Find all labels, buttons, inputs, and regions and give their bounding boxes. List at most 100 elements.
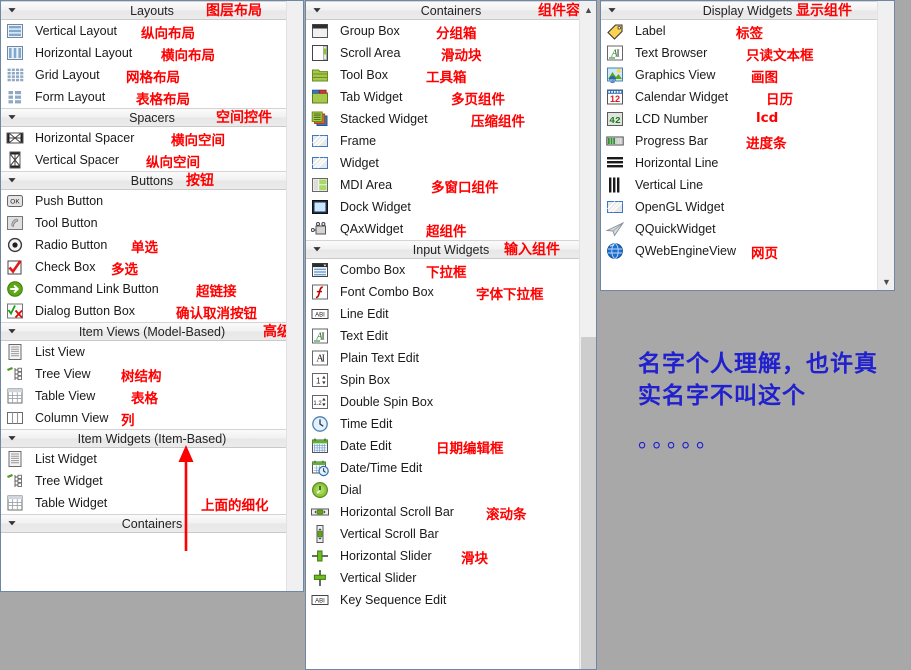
widget-item[interactable]: Dock Widget (306, 196, 596, 218)
widget-item-label: Grid Layout (35, 68, 100, 82)
widget-item[interactable]: Table Widget 上面的细化 (1, 492, 303, 514)
widget-item[interactable]: Vertical Layout 纵向布局 (1, 20, 303, 42)
widget-item[interactable]: Tool Button (1, 212, 303, 234)
progress-bar-icon (606, 132, 628, 150)
middle-panel-scrollbar[interactable]: ▲ (579, 1, 596, 669)
graphics-view-icon: abc (606, 66, 628, 84)
widget-item[interactable]: Vertical Scroll Bar (306, 523, 596, 545)
scroll-down-icon[interactable]: ▼ (878, 273, 894, 290)
widget-item-label: Check Box (35, 260, 96, 274)
right-scrollbar-track[interactable] (878, 18, 894, 273)
widget-item[interactable]: ABI Line Edit (306, 303, 596, 325)
widget-item[interactable]: Vertical Spacer 纵向空间 (1, 149, 303, 171)
widget-item[interactable]: Column View 列 (1, 407, 303, 429)
widget-item[interactable]: Scroll Area 滑动块 (306, 42, 596, 64)
widget-item[interactable]: 1.2 Double Spin Box (306, 391, 596, 413)
category-header-1[interactable]: ▾ Input Widgets 输入组件 (306, 240, 596, 259)
category-header-3[interactable]: ▾Item Views (Model-Based)高级视图 (1, 322, 303, 341)
widget-item[interactable]: Tool Box 工具箱 (306, 64, 596, 86)
widget-item[interactable]: Stacked Widget 压缩组件 (306, 108, 596, 130)
chevron-down-icon[interactable]: ▾ (306, 245, 333, 254)
widget-item[interactable]: 1 Spin Box (306, 369, 596, 391)
frame-icon (311, 132, 333, 150)
chevron-down-icon[interactable]: ▾ (306, 6, 333, 15)
widget-item[interactable]: Tree Widget (1, 470, 303, 492)
desktop-background: ▾ Layouts 图层布局 Vertical Layout 纵向布局 Horizonta… (0, 0, 911, 670)
category-header-0[interactable]: ▾ Display Widgets 显示组件 (601, 1, 894, 20)
category-header-1[interactable]: ▾ Spacers 空间控件 (1, 108, 303, 127)
widget-item[interactable]: Horizontal Spacer 横向空间 (1, 127, 303, 149)
widget-box-panel-middle[interactable]: ▾ Containers 组件容器 Group Box 分组箱 Scroll Area 滑动… (305, 0, 597, 670)
middle-scrollbar-thumb[interactable] (581, 337, 596, 669)
svg-text:1: 1 (316, 376, 321, 385)
widget-item[interactable]: Time Edit (306, 413, 596, 435)
widget-item[interactable]: OpenGL Widget (601, 196, 894, 218)
widget-item[interactable]: List View (1, 341, 303, 363)
widget-item[interactable]: 42 LCD Number lcd (601, 108, 894, 130)
widget-item[interactable]: OK Push Button (1, 190, 303, 212)
chevron-down-icon[interactable]: ▾ (1, 113, 28, 122)
widget-item[interactable]: Radio Button 单选 (1, 234, 303, 256)
widget-item[interactable]: Vertical Line (601, 174, 894, 196)
widget-item[interactable]: Command Link Button 超链接 (1, 278, 303, 300)
widget-item[interactable]: 12 Calendar Widget 日历 (601, 86, 894, 108)
category-header-2[interactable]: ▾ Buttons 按钮 (1, 171, 303, 190)
widget-box-panel-right[interactable]: ▾ Display Widgets 显示组件 Label 标签 A I Text Browse… (600, 0, 895, 291)
widget-item-label: Key Sequence Edit (340, 593, 447, 607)
widget-item[interactable]: Date/Time Edit (306, 457, 596, 479)
left-scrollbar-track[interactable] (287, 18, 303, 574)
category-header-0[interactable]: ▾ Layouts 图层布局 (1, 1, 303, 20)
widget-item[interactable]: QQuickWidget (601, 218, 894, 240)
widget-box-panel-left[interactable]: ▾ Layouts 图层布局 Vertical Layout 纵向布局 Horizonta… (0, 0, 304, 592)
widget-item[interactable]: Horizontal Layout 横向布局 (1, 42, 303, 64)
widget-item-label: Scroll Area (340, 46, 401, 60)
widget-item[interactable]: A I Text Edit (306, 325, 596, 347)
widget-item[interactable]: Tree View 树结构 (1, 363, 303, 385)
widget-item[interactable]: A I Plain Text Edit (306, 347, 596, 369)
widget-item[interactable]: Table View 表格 (1, 385, 303, 407)
widget-item[interactable]: Group Box 分组箱 (306, 20, 596, 42)
widget-item[interactable]: Horizontal Slider 滑块 (306, 545, 596, 567)
item-annotation: 纵向空间 (146, 155, 200, 171)
scroll-up-icon[interactable]: ▲ (580, 1, 596, 18)
widget-item[interactable]: QAxWidget 超组件 (306, 218, 596, 240)
category-header-0[interactable]: ▾ Containers 组件容器 (306, 1, 596, 20)
plain-text-edit-icon: AI (311, 349, 333, 367)
widget-item[interactable]: Frame (306, 130, 596, 152)
widget-item[interactable]: Label 标签 (601, 20, 894, 42)
widget-item[interactable]: Combo Box 下拉框 (306, 259, 596, 281)
widget-item[interactable]: Font Combo Box 字体下拉框 (306, 281, 596, 303)
widget-item[interactable]: List Widget (1, 448, 303, 470)
category-header-5[interactable]: ▾ Containers (1, 514, 303, 533)
chevron-down-icon[interactable]: ▾ (1, 519, 28, 528)
widget-item[interactable]: Horizontal Scroll Bar 滚动条 (306, 501, 596, 523)
left-panel-scrollbar[interactable] (286, 1, 303, 591)
widget-item[interactable]: Horizontal Line (601, 152, 894, 174)
widget-item[interactable]: Form Layout 表格布局 (1, 86, 303, 108)
widget-item[interactable]: MDI Area 多窗口组件 (306, 174, 596, 196)
widget-item[interactable]: A I Text Browser 只读文本框 (601, 42, 894, 64)
category-header-4[interactable]: ▾ Item Widgets (Item-Based) (1, 429, 303, 448)
widget-item[interactable]: QWebEngineView 网页 (601, 240, 894, 262)
chevron-down-icon[interactable]: ▾ (1, 176, 28, 185)
widget-item[interactable]: Grid Layout 网格布局 (1, 64, 303, 86)
chevron-down-icon[interactable]: ▾ (1, 327, 28, 336)
widget-item-label: QAxWidget (340, 222, 404, 236)
chevron-down-icon[interactable]: ▾ (601, 6, 628, 15)
widget-item[interactable]: Tab Widget 多页组件 (306, 86, 596, 108)
widget-item[interactable]: Progress Bar 进度条 (601, 130, 894, 152)
right-panel-scrollbar[interactable]: ▼ (877, 1, 894, 290)
widget-item[interactable]: ABI Key Sequence Edit (306, 589, 596, 611)
item-annotation: lcd (756, 110, 779, 126)
chevron-down-icon[interactable]: ▾ (1, 6, 28, 15)
widget-item[interactable]: Check Box 多选 (1, 256, 303, 278)
widget-item[interactable]: Vertical Slider (306, 567, 596, 589)
widget-item[interactable]: Date Edit 日期编辑框 (306, 435, 596, 457)
widget-item[interactable]: abc Graphics View 画图 (601, 64, 894, 86)
category-title: Item Widgets (Item-Based) (77, 431, 227, 446)
chevron-down-icon[interactable]: ▾ (1, 434, 28, 443)
widget-item[interactable]: Dial (306, 479, 596, 501)
widget-item[interactable]: Dialog Button Box 确认取消按钮 (1, 300, 303, 322)
widget-item[interactable]: Widget (306, 152, 596, 174)
widget-item-label: Stacked Widget (340, 112, 428, 126)
